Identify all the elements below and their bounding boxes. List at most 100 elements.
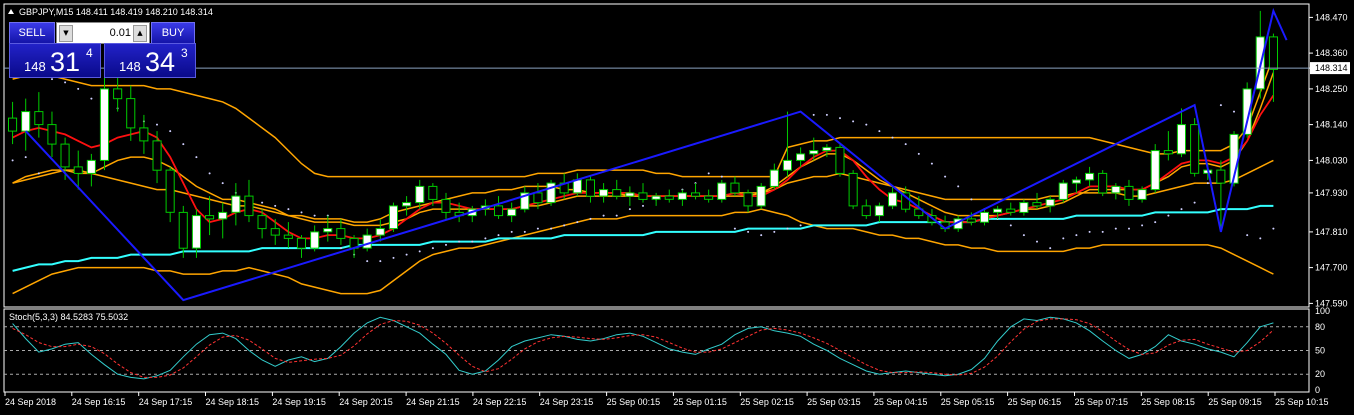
- stoch-level-label: 80: [1315, 322, 1325, 332]
- psar-dot: [812, 113, 815, 116]
- psar-dot: [1154, 221, 1157, 224]
- psar-dot: [602, 214, 605, 217]
- psar-dot: [576, 221, 579, 224]
- candle-body: [625, 192, 635, 197]
- candle-body: [21, 111, 31, 132]
- ask-prefix: 148: [119, 59, 141, 74]
- psar-dot: [839, 117, 841, 120]
- psar-dot: [852, 120, 855, 123]
- lot-size-value[interactable]: 0.01: [75, 23, 131, 43]
- candle-body: [113, 88, 123, 100]
- price-label: 147.700: [1315, 263, 1348, 273]
- candle-body: [1137, 189, 1147, 200]
- candle-body: [585, 179, 596, 197]
- psar-dot: [1219, 104, 1222, 107]
- psar-dot: [1128, 227, 1130, 230]
- psar-dot: [379, 260, 382, 263]
- psar-dot: [773, 230, 776, 233]
- psar-dot: [1246, 234, 1249, 237]
- stoch-level-label: 0: [1315, 385, 1320, 395]
- psar-dot: [733, 227, 736, 230]
- time-label: 25 Sep 04:15: [874, 397, 928, 407]
- psar-dot: [182, 143, 185, 146]
- time-label: 24 Sep 17:15: [139, 397, 193, 407]
- candle-body: [205, 215, 215, 220]
- psar-dot: [1272, 227, 1275, 230]
- sell-price-button[interactable]: 148 31 4: [9, 43, 101, 78]
- psar-dot: [1022, 234, 1025, 237]
- sell-button[interactable]: SELL: [9, 22, 55, 44]
- candle-body: [231, 195, 241, 213]
- stoch-level-label: 20: [1315, 369, 1325, 379]
- candle-body: [769, 169, 779, 187]
- psar-dot: [1259, 237, 1262, 240]
- candle-body: [86, 159, 96, 174]
- candle-body: [34, 111, 44, 126]
- psar-dot: [458, 240, 461, 243]
- candle-body: [99, 88, 110, 161]
- candle-body: [218, 211, 228, 220]
- psar-dot: [37, 172, 40, 175]
- candle-body: [704, 195, 714, 200]
- psar-dot: [970, 198, 973, 201]
- candle-body: [993, 208, 1003, 213]
- lot-increase-icon[interactable]: ▲: [133, 25, 147, 42]
- candle-body: [1216, 169, 1226, 184]
- candle-body: [861, 205, 871, 217]
- price-label: 148.140: [1315, 120, 1348, 130]
- candle-body: [1190, 124, 1200, 174]
- candle-body: [415, 185, 425, 204]
- candle-body: [323, 228, 333, 233]
- lot-size-field[interactable]: ▼ 0.01 ▲: [56, 22, 150, 44]
- candle-body: [848, 172, 858, 207]
- candle-body: [402, 202, 412, 207]
- stoch-title: Stoch(5,3,3) 84.5283 75.5032: [9, 312, 128, 322]
- candle-body: [1071, 179, 1082, 184]
- psar-dot: [471, 240, 474, 243]
- candle-body: [1124, 185, 1134, 200]
- candle-body: [1085, 172, 1095, 181]
- psar-dot: [392, 256, 395, 259]
- candle-body: [874, 205, 884, 217]
- psar-dot: [747, 230, 750, 233]
- psar-dot: [90, 97, 93, 100]
- time-label: 24 Sep 16:15: [72, 397, 126, 407]
- candle-body: [257, 215, 267, 230]
- price-label: 147.810: [1315, 227, 1348, 237]
- psar-dot: [484, 237, 487, 240]
- buy-price-button[interactable]: 148 34 3: [104, 43, 196, 78]
- candle-body: [1019, 202, 1029, 213]
- time-label: 24 Sep 22:15: [473, 397, 527, 407]
- candle-body: [979, 211, 990, 223]
- psar-dot: [24, 156, 27, 159]
- buy-button[interactable]: BUY: [151, 22, 195, 44]
- psar-dot: [300, 211, 303, 214]
- psar-dot: [510, 230, 513, 233]
- candle-body: [178, 211, 188, 249]
- candle-body: [756, 185, 766, 207]
- psar-dot: [930, 162, 933, 165]
- candle-body: [270, 228, 280, 236]
- candle-body: [612, 189, 622, 197]
- candle-body: [809, 150, 819, 155]
- psar-dot: [339, 247, 342, 250]
- candle-body: [743, 192, 753, 207]
- psar-dot: [1141, 224, 1144, 227]
- price-label: 148.360: [1315, 48, 1348, 58]
- candle-body: [1163, 150, 1173, 155]
- psar-dot: [1206, 182, 1209, 185]
- psar-dot: [878, 130, 881, 133]
- time-label: 24 Sep 21:15: [406, 397, 460, 407]
- psar-dot: [313, 214, 316, 217]
- lot-decrease-icon[interactable]: ▼: [59, 25, 73, 42]
- psar-dot: [760, 234, 763, 237]
- psar-dot: [825, 113, 828, 116]
- psar-dot: [497, 234, 500, 237]
- candle-body: [126, 98, 136, 129]
- psar-dot: [1101, 230, 1104, 233]
- candle-body: [822, 146, 832, 152]
- candle-body: [677, 192, 687, 200]
- candle-body: [599, 189, 609, 197]
- candle-body: [966, 218, 976, 223]
- candle-body: [165, 169, 175, 213]
